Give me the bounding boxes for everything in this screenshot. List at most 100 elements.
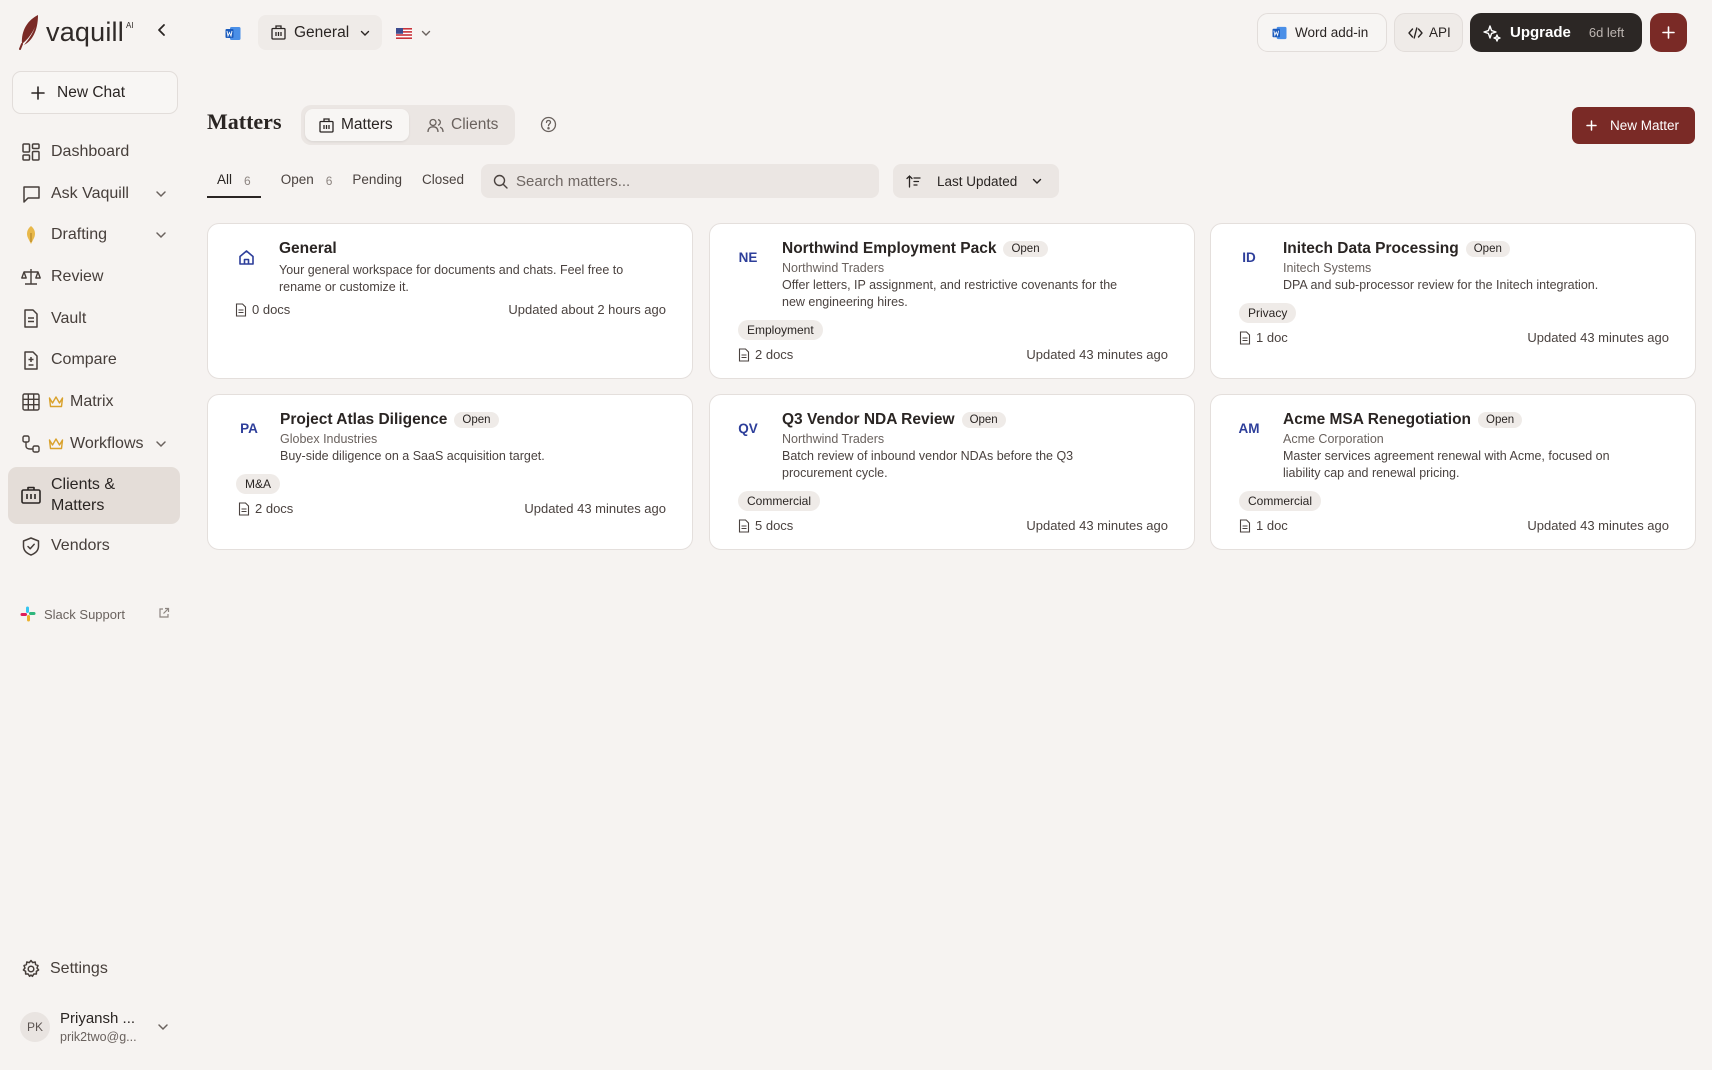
search-input[interactable] — [516, 172, 856, 190]
chevron-down-icon — [156, 190, 166, 197]
tab-clients[interactable]: Clients — [413, 109, 511, 141]
building-icon — [319, 117, 334, 133]
new-matter-button[interactable]: New Matter — [1572, 107, 1695, 144]
sidebar-item-workflows[interactable]: Workflows — [8, 423, 180, 465]
chevron-down-icon — [156, 440, 166, 447]
matter-title: Initech Data Processing — [1283, 240, 1459, 257]
create-new-button[interactable] — [1650, 13, 1687, 52]
status-badge: Open — [1465, 241, 1510, 257]
matter-card[interactable]: ID Initech Data Processing Open Initech … — [1210, 223, 1696, 379]
new-chat-label: New Chat — [57, 83, 126, 101]
practice-area-tag: Privacy — [1239, 303, 1297, 323]
api-label: API — [1429, 25, 1451, 40]
upgrade-label: Upgrade — [1510, 24, 1571, 41]
new-matter-label: New Matter — [1610, 118, 1680, 133]
doc-count: 5 docs — [738, 518, 793, 533]
compare-icon — [21, 350, 41, 370]
slack-support-link[interactable]: Slack Support — [20, 603, 170, 625]
chevron-down-icon — [158, 1024, 168, 1031]
sidebar-nav: Dashboard Ask Vaquill Drafting Review Va… — [8, 131, 180, 567]
collapse-sidebar-button[interactable] — [152, 20, 172, 40]
pen-icon — [21, 225, 41, 245]
matter-initials: ID — [1242, 249, 1256, 265]
building-icon — [271, 25, 286, 40]
sidebar-item-clients-matters[interactable]: Clients & Matters — [8, 466, 180, 524]
matter-card[interactable]: PA Project Atlas Diligence Open Globex I… — [207, 394, 693, 550]
matter-description: Buy-side diligence on a SaaS acquisition… — [280, 449, 545, 463]
tab-label: Open — [280, 172, 314, 187]
user-email: prik2two@g... — [60, 1030, 137, 1044]
word-addin-button[interactable]: Word add-in — [1257, 13, 1387, 52]
document-icon — [238, 501, 250, 516]
tab-label: All — [217, 172, 233, 187]
matter-initials: QV — [738, 420, 758, 436]
user-name: Priyansh ... — [60, 1010, 136, 1027]
matter-card[interactable]: NE Northwind Employment Pack Open Northw… — [709, 223, 1195, 379]
matter-initials: PA — [240, 420, 258, 436]
tab-clients-label: Clients — [451, 116, 499, 133]
sidebar-item-label: Review — [51, 267, 104, 285]
sidebar-item-dashboard[interactable]: Dashboard — [8, 131, 180, 173]
upgrade-button[interactable]: Upgrade 6d left — [1470, 13, 1642, 52]
sidebar-item-drafting[interactable]: Drafting — [8, 214, 180, 256]
settings-button[interactable]: Settings — [21, 959, 108, 979]
home-icon — [232, 243, 260, 271]
tab-open[interactable]: Open 6 — [281, 164, 333, 198]
updated-time: Updated 43 minutes ago — [1026, 347, 1168, 362]
doc-count: 0 docs — [235, 302, 290, 317]
matter-card-general[interactable]: General Your general workspace for docum… — [207, 223, 693, 379]
user-menu[interactable]: PK Priyansh ... prik2two@g... — [20, 1005, 170, 1049]
sidebar-item-review[interactable]: Review — [8, 256, 180, 298]
briefcase-icon — [21, 485, 41, 505]
plus-icon — [31, 85, 45, 100]
settings-label: Settings — [50, 960, 108, 977]
page-title: Matters — [207, 109, 282, 134]
logo-ai-label: AI — [125, 21, 134, 30]
matter-card[interactable]: QV Q3 Vendor NDA Review Open Northwind T… — [709, 394, 1195, 550]
practice-area-tag: Commercial — [1239, 491, 1322, 511]
practice-area-tag: Commercial — [738, 491, 821, 511]
language-selector[interactable] — [396, 22, 440, 44]
tab-pending[interactable]: Pending — [352, 164, 402, 198]
plus-icon — [1662, 26, 1675, 39]
logo-text: vaquill — [46, 16, 124, 47]
workspace-selector[interactable]: General — [258, 15, 382, 50]
sort-dropdown[interactable]: Last Updated — [893, 164, 1059, 198]
matter-title: General — [279, 240, 337, 257]
tab-all[interactable]: All 6 — [207, 164, 261, 198]
matter-card[interactable]: AM Acme MSA Renegotiation Open Acme Corp… — [1210, 394, 1696, 550]
help-icon[interactable] — [540, 116, 557, 133]
chevron-down-icon — [360, 30, 370, 36]
status-badge: Open — [1003, 241, 1048, 257]
chevron-down-icon — [156, 232, 166, 239]
tab-matters-label: Matters — [341, 116, 393, 133]
sidebar-item-ask-vaquill[interactable]: Ask Vaquill — [8, 173, 180, 215]
matter-title: Project Atlas Diligence — [280, 411, 448, 428]
word-app-button[interactable] — [222, 22, 244, 44]
sidebar-item-label: Drafting — [51, 226, 108, 244]
updated-time: Updated about 2 hours ago — [508, 302, 666, 317]
tab-matters[interactable]: Matters — [305, 109, 409, 141]
sidebar-item-matrix[interactable]: Matrix — [8, 381, 180, 423]
new-chat-button[interactable]: New Chat — [12, 71, 178, 114]
scale-icon — [21, 267, 41, 287]
sidebar-item-vendors[interactable]: Vendors — [8, 526, 180, 568]
sidebar-item-label: Dashboard — [51, 142, 130, 160]
doc-count: 2 docs — [738, 347, 793, 362]
shield-icon — [21, 536, 41, 556]
tab-closed[interactable]: Closed — [422, 164, 464, 198]
document-icon — [1239, 518, 1251, 533]
tab-label: Closed — [421, 172, 464, 187]
doc-count-label: 2 docs — [255, 501, 294, 516]
sidebar-item-vault[interactable]: Vault — [8, 298, 180, 340]
sidebar-item-compare[interactable]: Compare — [8, 339, 180, 381]
plus-icon — [1586, 120, 1597, 131]
matter-description: Your general workspace for documents and… — [279, 263, 624, 294]
matter-description: DPA and sub-processor review for the Ini… — [1283, 278, 1599, 292]
sort-icon — [906, 174, 921, 188]
api-button[interactable]: API — [1394, 13, 1463, 52]
document-icon — [738, 347, 750, 362]
document-icon — [738, 518, 750, 533]
doc-count-label: 5 docs — [755, 518, 794, 533]
status-badge: Open — [961, 412, 1006, 428]
